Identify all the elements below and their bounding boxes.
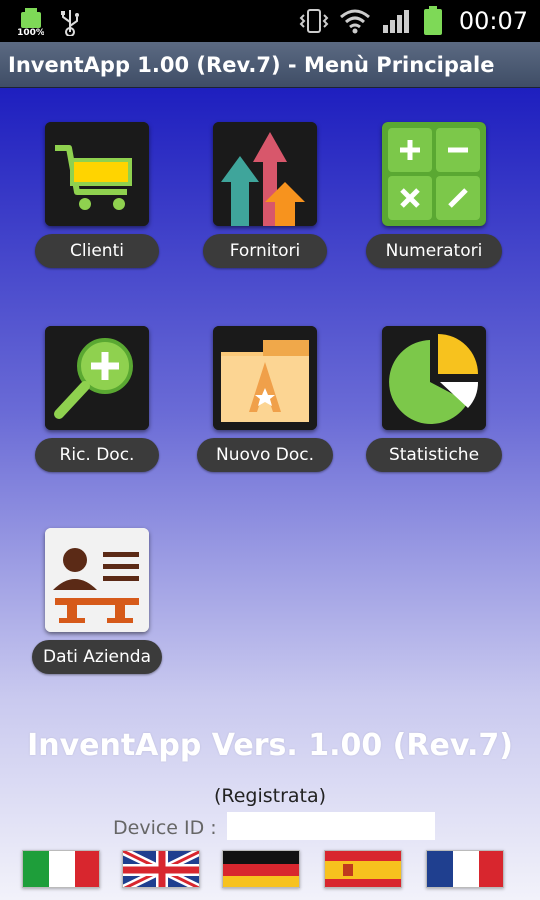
shopping-cart-icon[interactable] bbox=[45, 122, 149, 226]
main-menu: Clienti Fornitori Numeratori Ric. Doc. N… bbox=[0, 88, 540, 900]
svg-text:100%: 100% bbox=[18, 28, 44, 36]
italian-flag-icon[interactable] bbox=[22, 850, 100, 888]
english-flag-icon[interactable] bbox=[122, 850, 200, 888]
battery-icon: 100% bbox=[18, 8, 44, 36]
clock: 00:07 bbox=[458, 7, 528, 35]
registration-status: (Registrata) bbox=[213, 785, 327, 807]
menu-label: Clienti bbox=[35, 234, 159, 268]
menu-label: Dati Azienda bbox=[32, 640, 162, 674]
menu-label: Ric. Doc. bbox=[35, 438, 159, 472]
status-icons: 00:07 bbox=[299, 0, 540, 42]
wifi-icon bbox=[339, 9, 370, 34]
spanish-flag-icon[interactable] bbox=[324, 850, 402, 888]
version-text: InventApp Vers. 1.00 (Rev.7) bbox=[27, 728, 513, 763]
contact-card-icon[interactable] bbox=[45, 528, 149, 632]
magnifier-plus-icon[interactable] bbox=[45, 326, 149, 430]
signal-icon bbox=[382, 10, 409, 33]
calculator-icon[interactable] bbox=[382, 122, 486, 226]
folder-app-icon[interactable] bbox=[213, 326, 317, 430]
vibrate-icon bbox=[299, 9, 329, 33]
status-bar: 100% 00:07 bbox=[0, 0, 540, 42]
menu-label: Statistiche bbox=[366, 438, 502, 472]
page-title: InventApp 1.00 (Rev.7) - Menù Principale bbox=[8, 53, 495, 77]
french-flag-icon[interactable] bbox=[426, 850, 504, 888]
usb-icon bbox=[61, 10, 79, 36]
arrows-up-icon[interactable] bbox=[213, 122, 317, 226]
german-flag-icon[interactable] bbox=[222, 850, 300, 888]
menu-label: Numeratori bbox=[366, 234, 502, 268]
app-title-bar: InventApp 1.00 (Rev.7) - Menù Principale bbox=[0, 42, 540, 88]
pie-chart-icon[interactable] bbox=[382, 326, 486, 430]
device-id-label: Device ID : bbox=[113, 817, 217, 839]
menu-label: Nuovo Doc. bbox=[197, 438, 333, 472]
battery-full-icon bbox=[423, 6, 442, 35]
device-id-field[interactable] bbox=[227, 812, 435, 840]
menu-label: Fornitori bbox=[203, 234, 327, 268]
